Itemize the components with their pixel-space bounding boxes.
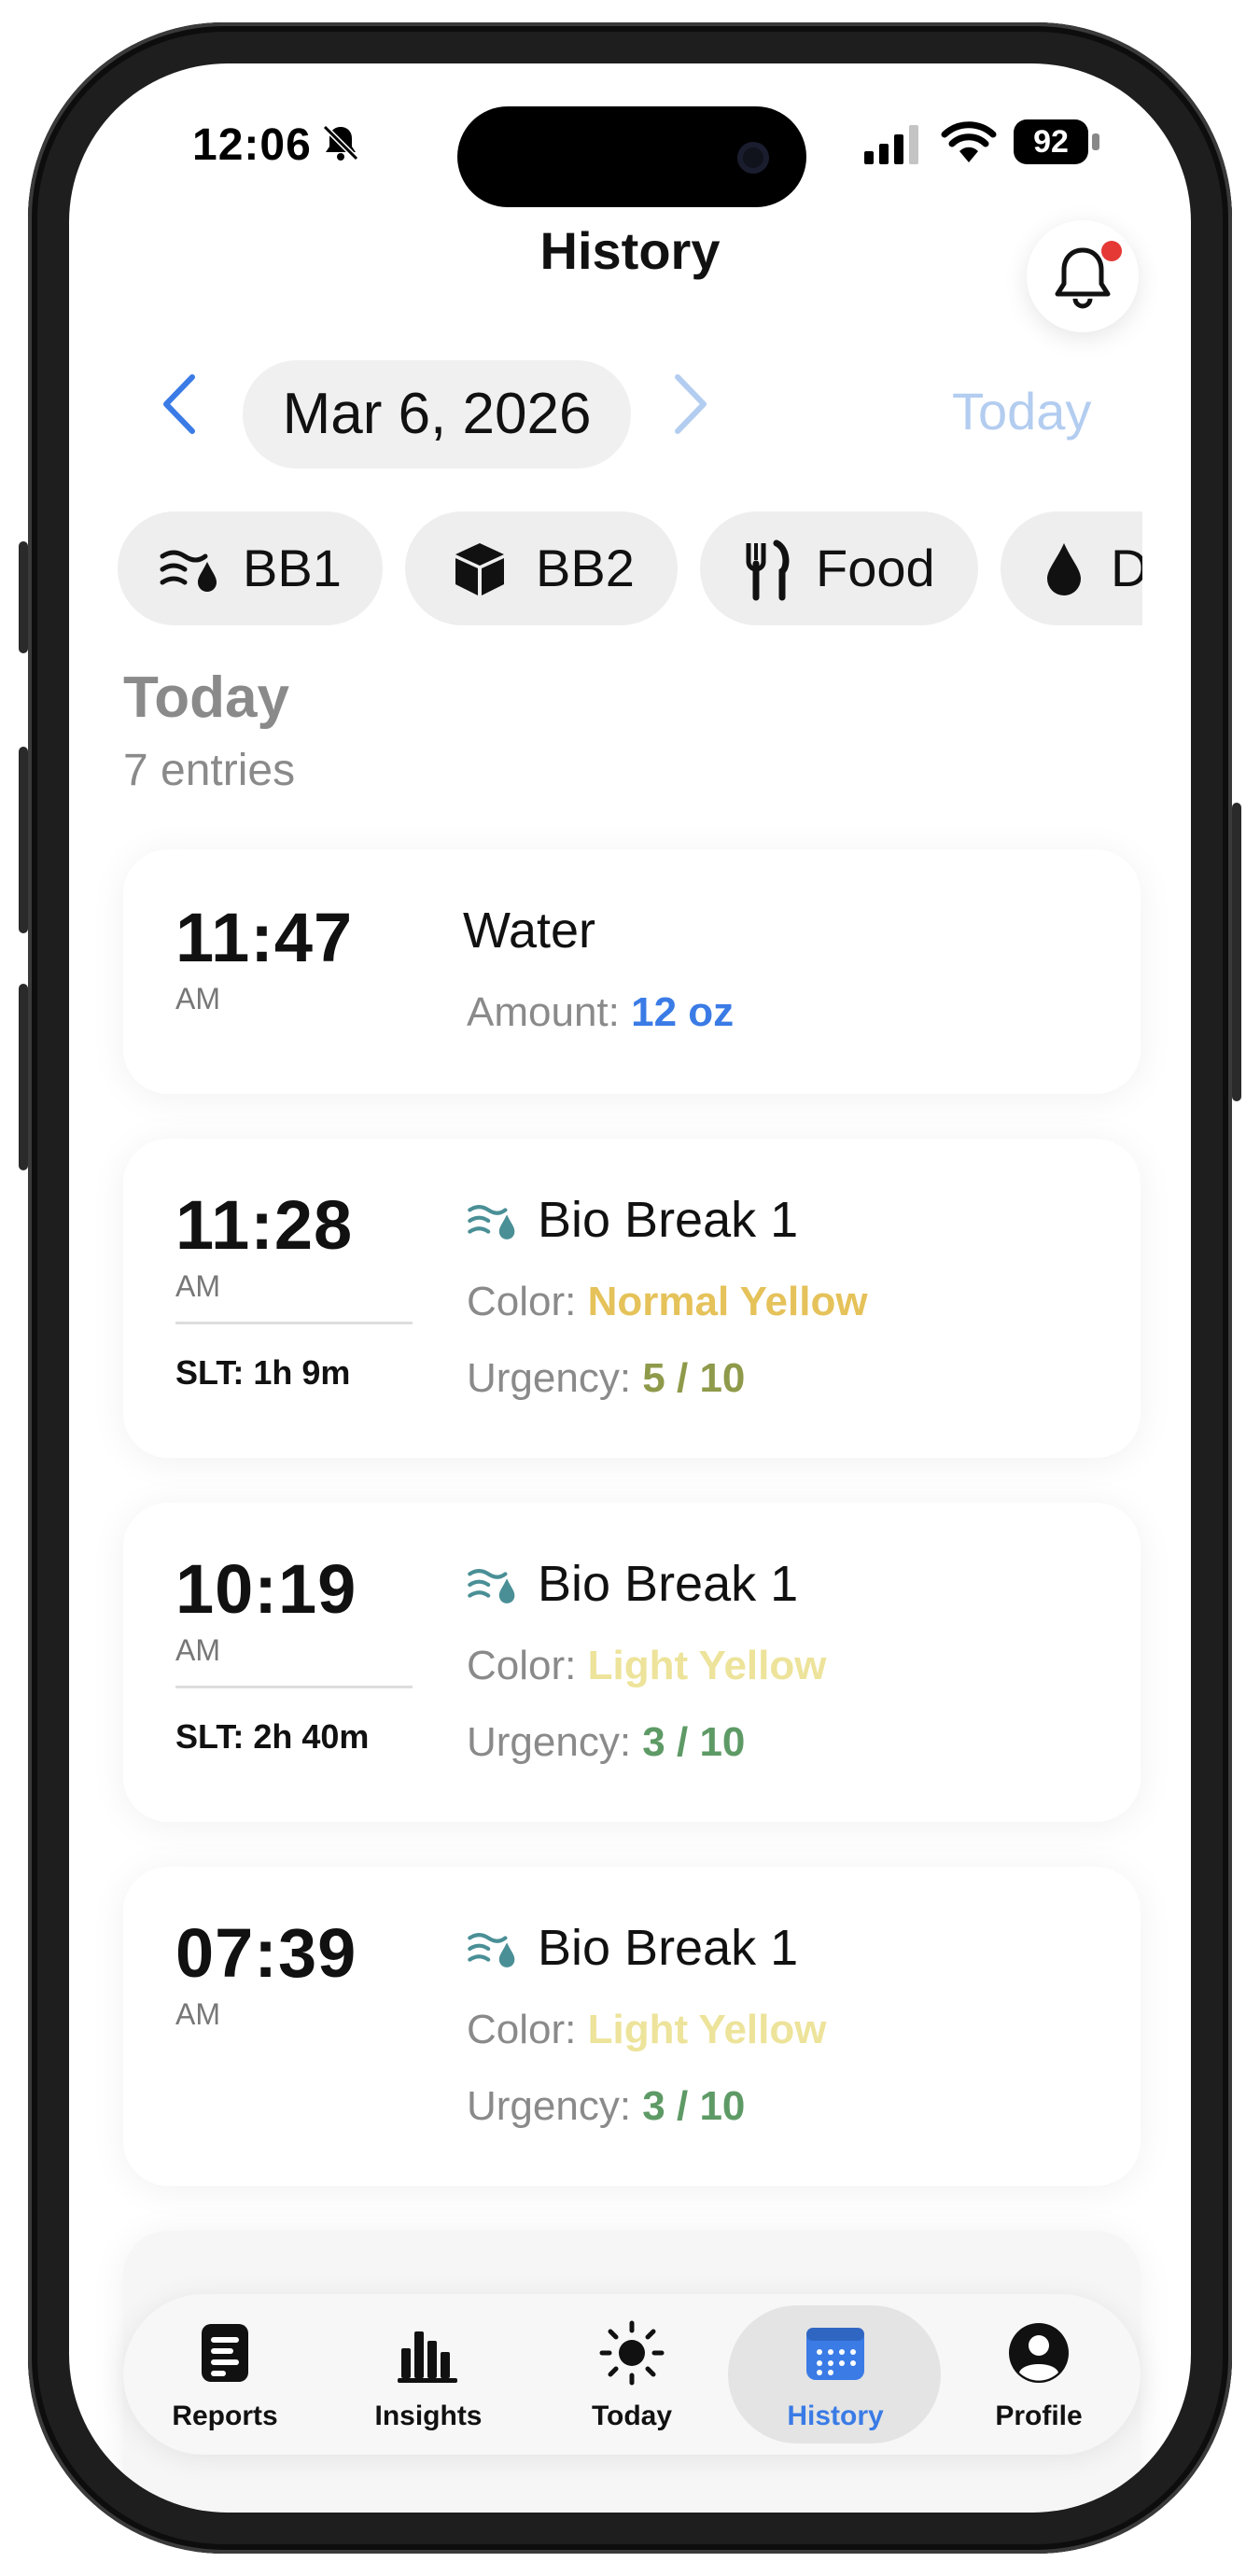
action-button	[19, 541, 28, 653]
entry-title: Bio Break 1	[538, 1192, 799, 1248]
entry-title: Bio Break 1	[538, 1556, 799, 1612]
section-title: Today	[123, 665, 289, 730]
entry-title: Bio Break 1	[538, 1920, 799, 1976]
entry-title: Water	[463, 903, 596, 959]
power-button	[1232, 803, 1241, 1101]
entry-ampm: AM	[175, 1997, 220, 2031]
volume-down-button	[19, 984, 28, 1170]
tab-history[interactable]: History	[728, 2294, 941, 2455]
filter-chip-d[interactable]: D	[1001, 511, 1142, 625]
urgency-value: 5 / 10	[642, 1355, 746, 1401]
entry-urgency: Urgency: 3 / 10	[467, 2083, 745, 2130]
entry-urgency: Urgency: 3 / 10	[467, 1719, 745, 1766]
color-value: Light Yellow	[587, 2007, 827, 2052]
screen: 12:06 92 History Mar 6, 2026 Today BB1 B…	[69, 63, 1191, 2513]
slt-divider	[175, 1322, 413, 1324]
urgency-value: 3 / 10	[642, 2083, 746, 2129]
wind-drop-icon	[468, 1205, 515, 1239]
tab-label: Today	[591, 2401, 673, 2431]
entry-ampm: AM	[175, 1269, 220, 1303]
entry-card-bio-break[interactable]: 11:28 AM SLT: 1h 9m Bio Break 1 Color: N…	[123, 1139, 1141, 1458]
entry-time: 07:39	[175, 1914, 357, 1992]
entry-color: Color: Light Yellow	[467, 2007, 826, 2053]
entry-time: 11:47	[175, 899, 354, 976]
tab-label: History	[787, 2401, 884, 2431]
entry-card-bio-break[interactable]: 07:39 AM Bio Break 1 Color: Light Yellow…	[123, 1867, 1141, 2186]
filter-chip-label: BB1	[243, 539, 342, 597]
filter-chip-food[interactable]: Food	[700, 511, 978, 625]
document-icon	[202, 2324, 248, 2382]
entry-amount: Amount: 12 oz	[467, 989, 734, 1036]
tab-today[interactable]: Today	[530, 2294, 734, 2455]
amount-value: 12 oz	[631, 989, 735, 1035]
sun-icon	[599, 2320, 665, 2386]
color-label: Color:	[467, 1643, 588, 1688]
filter-chip-bb1[interactable]: BB1	[118, 511, 383, 625]
tab-bar: Reports Insights Today History Profile	[123, 2294, 1141, 2455]
person-circle-icon	[1009, 2323, 1069, 2383]
entry-card-water[interactable]: 11:47 AM Water Amount: 12 oz	[123, 849, 1141, 1094]
entry-time: 11:28	[175, 1186, 354, 1264]
tab-reports[interactable]: Reports	[123, 2294, 327, 2455]
urgency-label: Urgency:	[467, 2083, 643, 2129]
filter-chip-bb2[interactable]: BB2	[405, 511, 678, 625]
drop-icon	[1047, 543, 1081, 595]
color-value: Normal Yellow	[587, 1279, 868, 1324]
slt-label: SLT: 1h 9m	[175, 1353, 351, 1392]
wind-drop-icon	[160, 550, 217, 592]
slt-divider	[175, 1686, 413, 1688]
entry-time: 10:19	[175, 1550, 357, 1628]
urgency-label: Urgency:	[467, 1355, 643, 1401]
filter-chips: BB1 BB2 Food D	[69, 63, 1142, 717]
amount-label: Amount:	[467, 989, 632, 1035]
wind-drop-icon	[468, 1569, 515, 1603]
entry-count: 7 entries	[123, 746, 296, 795]
color-value: Light Yellow	[587, 1643, 827, 1688]
bar-chart-icon	[398, 2331, 457, 2383]
tab-insights[interactable]: Insights	[327, 2294, 530, 2455]
entry-color: Color: Normal Yellow	[467, 1279, 868, 1325]
entry-ampm: AM	[175, 1633, 220, 1667]
tab-label: Reports	[172, 2401, 278, 2431]
entry-card-bio-break[interactable]: 10:19 AM SLT: 2h 40m Bio Break 1 Color: …	[123, 1503, 1141, 1822]
color-label: Color:	[467, 2007, 588, 2052]
tab-label: Insights	[374, 2401, 483, 2431]
urgency-label: Urgency:	[467, 1719, 643, 1765]
filter-chip-label: Food	[816, 539, 935, 597]
wind-drop-icon	[468, 1933, 515, 1967]
entry-color: Color: Light Yellow	[467, 1643, 826, 1689]
fork-knife-icon	[746, 539, 790, 601]
tab-profile[interactable]: Profile	[937, 2294, 1141, 2455]
slt-label: SLT: 2h 40m	[175, 1717, 370, 1756]
tab-label: Profile	[995, 2401, 1083, 2431]
filter-chip-label: D	[1111, 539, 1142, 597]
filter-chip-label: BB2	[536, 539, 635, 597]
entry-ampm: AM	[175, 982, 220, 1015]
calendar-icon	[806, 2328, 864, 2380]
entry-urgency: Urgency: 5 / 10	[467, 1355, 745, 1402]
cube-icon	[455, 543, 504, 595]
urgency-value: 3 / 10	[642, 1719, 746, 1765]
color-label: Color:	[467, 1279, 588, 1324]
volume-up-button	[19, 747, 28, 933]
